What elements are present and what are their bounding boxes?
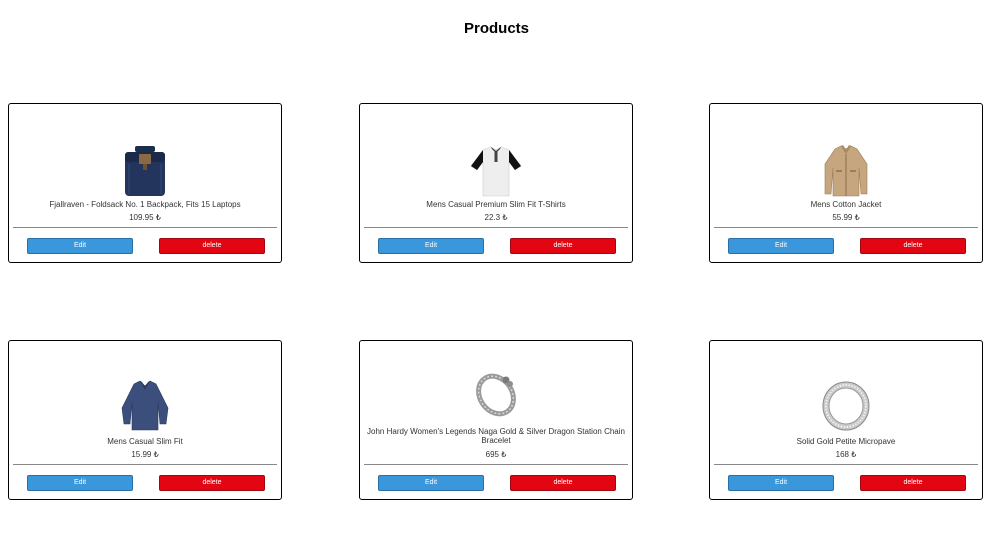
- edit-button[interactable]: Edit: [378, 475, 484, 491]
- card-divider: [364, 464, 628, 465]
- product-name: Mens Casual Slim Fit: [107, 437, 183, 446]
- delete-button[interactable]: delete: [159, 238, 265, 254]
- product-price: 22.3 ₺: [484, 213, 508, 222]
- card-divider: [13, 464, 277, 465]
- product-name: Mens Cotton Jacket: [810, 200, 882, 209]
- card-divider: [714, 464, 978, 465]
- product-price: 168 ₺: [835, 450, 857, 459]
- edit-button[interactable]: Edit: [728, 238, 834, 254]
- product-card: Mens Casual Slim Fit 15.99 ₺ Edit delete: [8, 340, 282, 500]
- delete-button[interactable]: delete: [159, 475, 265, 491]
- delete-button[interactable]: delete: [860, 238, 966, 254]
- sweater-image: [9, 378, 281, 432]
- product-card: Mens Cotton Jacket 55.99 ₺ Edit delete: [709, 103, 983, 263]
- page-title: Products: [463, 20, 529, 37]
- product-price: 695 ₺: [485, 450, 507, 459]
- product-price: 55.99 ₺: [832, 213, 860, 222]
- tshirt-image: [360, 144, 632, 198]
- delete-button[interactable]: delete: [860, 475, 966, 491]
- card-divider: [364, 227, 628, 228]
- edit-button[interactable]: Edit: [27, 475, 133, 491]
- product-name: Mens Casual Premium Slim Fit T-Shirts: [426, 200, 566, 209]
- product-card: Fjallraven - Foldsack No. 1 Backpack, Fi…: [8, 103, 282, 263]
- edit-button[interactable]: Edit: [27, 238, 133, 254]
- product-card: Solid Gold Petite Micropave 168 ₺ Edit d…: [709, 340, 983, 500]
- card-divider: [714, 227, 978, 228]
- product-name: Fjallraven - Foldsack No. 1 Backpack, Fi…: [49, 200, 241, 209]
- delete-button[interactable]: delete: [510, 238, 616, 254]
- product-card: John Hardy Women's Legends Naga Gold & S…: [359, 340, 633, 500]
- product-name: Solid Gold Petite Micropave: [796, 437, 896, 446]
- product-price: 15.99 ₺: [131, 450, 159, 459]
- product-card: Mens Casual Premium Slim Fit T-Shirts 22…: [359, 103, 633, 263]
- product-name: John Hardy Women's Legends Naga Gold & S…: [367, 427, 625, 445]
- backpack-image: [9, 144, 281, 198]
- edit-button[interactable]: Edit: [378, 238, 484, 254]
- card-divider: [13, 227, 277, 228]
- jacket-image: [710, 144, 982, 198]
- product-price: 109.95 ₺: [129, 213, 161, 222]
- ring-image: [710, 378, 982, 432]
- edit-button[interactable]: Edit: [728, 475, 834, 491]
- delete-button[interactable]: delete: [510, 475, 616, 491]
- bracelet-image: [360, 368, 632, 422]
